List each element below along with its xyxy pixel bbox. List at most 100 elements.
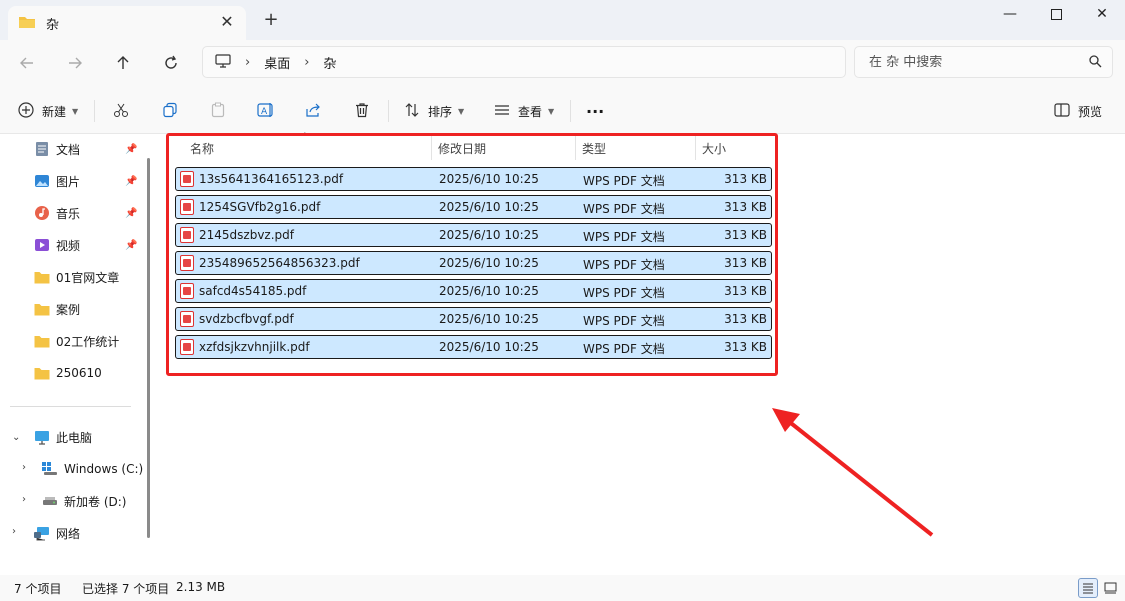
tiles-view-button[interactable] [1100,578,1120,598]
pin-icon[interactable]: 📌 [125,176,137,187]
sidebar-item-videos[interactable]: 视频 [34,233,80,257]
file-size: 313 KB [724,312,767,326]
sidebar-item-folder-01[interactable]: 01官网文章 [34,265,119,289]
rename-icon: A [257,102,275,121]
pdf-file-icon [180,255,194,271]
search-input[interactable] [869,54,1079,70]
navigation-bar: › 桌面 › 杂 [0,40,1125,86]
chevron-right-icon[interactable]: › [12,526,16,537]
table-row[interactable]: safcd4s54185.pdf 2025/6/10 10:25 WPS PDF 文… [175,279,772,303]
file-size: 313 KB [724,200,767,214]
chevron-down-icon[interactable]: ⌄ [12,432,20,443]
sidebar-item-network[interactable]: 网络 [34,521,80,545]
tab-current[interactable]: 杂 ✕ [8,6,246,40]
file-type: WPS PDF 文档 [583,342,665,356]
copy-icon [162,102,178,121]
sidebar-item-this-pc[interactable]: 此电脑 [34,425,92,449]
chevron-right-icon: › [245,54,251,70]
pdf-file-icon [180,339,194,355]
sidebar-item-documents[interactable]: 文档 [34,137,80,161]
share-button[interactable] [305,98,321,124]
column-header-size[interactable]: 大小 [694,134,769,162]
pdf-file-icon [180,311,194,327]
details-view-button[interactable] [1078,578,1098,598]
view-button[interactable]: 查看 ▼ [494,98,554,124]
monitor-icon [215,53,231,71]
address-bar[interactable]: › 桌面 › 杂 [202,46,846,78]
table-row[interactable]: svdzbcfbvgf.pdf 2025/6/10 10:25 WPS PDF 文档… [175,307,772,331]
plus-circle-icon [18,101,34,121]
sort-button[interactable]: 排序 ▼ [404,98,464,124]
delete-button[interactable] [354,98,370,124]
file-type: WPS PDF 文档 [583,286,665,300]
video-icon [34,237,50,253]
file-type: WPS PDF 文档 [583,258,665,272]
new-tab-icon[interactable]: + [262,11,280,29]
forward-icon[interactable] [62,50,88,76]
sidebar-item-pictures[interactable]: 图片 [34,169,80,193]
sidebar-scrollbar[interactable] [147,158,150,538]
chevron-right-icon[interactable]: › [22,494,26,505]
more-options-button[interactable]: ··· [586,98,604,124]
cut-button[interactable] [113,98,129,124]
breadcrumb-desktop[interactable]: 桌面 [264,53,290,72]
sidebar-item-music[interactable]: 音乐 [34,201,80,225]
close-tab-icon[interactable]: ✕ [218,13,236,31]
search-box[interactable] [854,46,1113,78]
close-window-icon[interactable]: ✕ [1079,0,1125,28]
sidebar-item-folder-02[interactable]: 02工作统计 [34,329,119,353]
pin-icon[interactable]: 📌 [125,240,137,251]
file-list: ^ 名称 修改日期 类型 大小 13s5641364165123.pdf 2025… [155,132,1125,575]
up-icon[interactable] [110,50,136,76]
sort-icon [404,102,420,121]
rename-button[interactable]: A [257,98,275,124]
sidebar-item-cases[interactable]: 案例 [34,297,80,321]
file-name: 1254SGVfb2g16.pdf [199,200,321,214]
column-header-date[interactable]: 修改日期 [430,134,575,162]
pin-icon[interactable]: 📌 [125,144,137,155]
search-icon[interactable] [1089,55,1102,71]
column-header-label: 名称 [190,141,215,156]
pin-icon[interactable]: 📌 [125,208,137,219]
table-row[interactable]: 13s5641364165123.pdf 2025/6/10 10:25 WPS P… [175,167,772,191]
file-name: 13s5641364165123.pdf [199,172,344,186]
file-date: 2025/6/10 10:25 [439,256,539,270]
table-row[interactable]: xzfdsjkzvhnjilk.pdf 2025/6/10 10:25 WPS PD… [175,335,772,359]
pdf-file-icon [180,171,194,187]
column-header-name[interactable]: 名称 [182,134,432,162]
file-date: 2025/6/10 10:25 [439,200,539,214]
file-date: 2025/6/10 10:25 [439,312,539,326]
pdf-file-icon [180,199,194,215]
preview-label: 预览 [1078,104,1103,119]
folder-icon [34,301,50,317]
divider [388,100,389,122]
column-header-label: 类型 [582,141,607,156]
music-icon [34,205,50,221]
file-date: 2025/6/10 10:25 [439,284,539,298]
chevron-right-icon[interactable]: › [22,462,26,473]
table-row[interactable]: 235489652564856323.pdf 2025/6/10 10:25 WPS… [175,251,772,275]
copy-button[interactable] [162,98,178,124]
back-icon[interactable] [14,50,40,76]
sidebar-item-drive-c[interactable]: Windows (C:) [42,457,143,481]
column-header-type[interactable]: 类型 [574,134,694,162]
sidebar-item-label: 此电脑 [56,430,93,445]
minimize-icon[interactable]: — [987,0,1033,28]
maximize-icon[interactable] [1033,0,1079,28]
new-button[interactable]: 新建 ▼ [18,98,78,124]
file-type: WPS PDF 文档 [583,174,665,188]
file-type: WPS PDF 文档 [583,230,665,244]
breadcrumb-current[interactable]: 杂 [323,53,336,72]
paste-button[interactable] [210,98,226,124]
sidebar-item-250610[interactable]: 250610 [34,361,102,385]
sidebar-item-label: Windows (C:) [64,462,144,476]
trash-icon [354,102,370,121]
chevron-down-icon: ▼ [458,106,465,116]
table-row[interactable]: 1254SGVfb2g16.pdf 2025/6/10 10:25 WPS PDF … [175,195,772,219]
selected-size: 2.13 MB [176,580,226,594]
file-name: xzfdsjkzvhnjilk.pdf [199,340,310,354]
table-row[interactable]: 2145dszbvz.pdf 2025/6/10 10:25 WPS PDF 文档 3… [175,223,772,247]
preview-button[interactable]: 预览 [1054,98,1102,124]
sidebar-item-drive-d[interactable]: 新加卷 (D:) [42,489,126,513]
refresh-icon[interactable] [158,50,184,76]
